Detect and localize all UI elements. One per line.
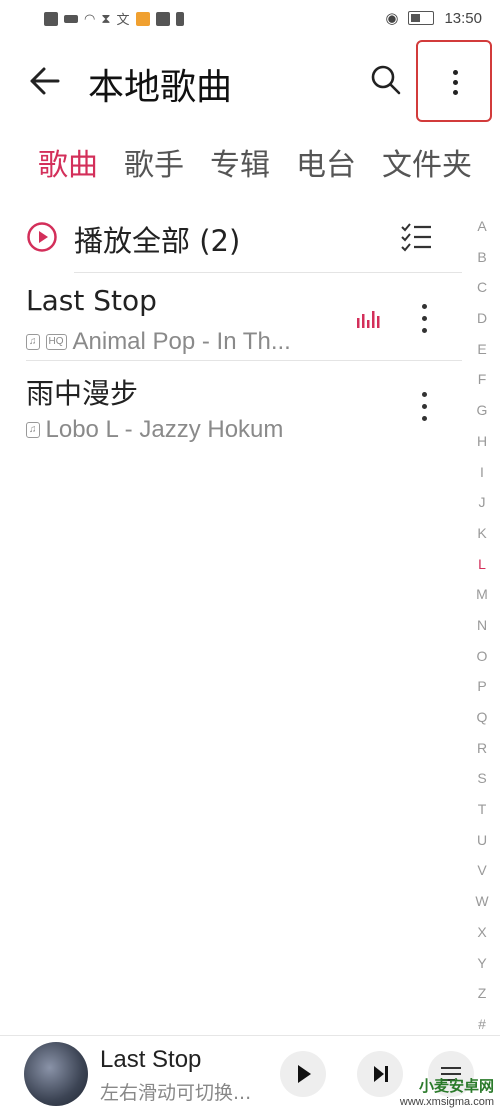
index-letter-d[interactable]: D (470, 310, 494, 341)
more-vertical-icon (422, 392, 427, 397)
mini-player[interactable]: Last Stop 左右滑动可切换... 小麦安卓网 www.xmsigma.c… (0, 1035, 500, 1112)
alert-icon (175, 11, 184, 26)
index-letter-s[interactable]: S (470, 770, 494, 801)
index-letter-m[interactable]: M (470, 586, 494, 617)
index-letter-x[interactable]: X (470, 924, 494, 955)
hq-badge: HQ (45, 334, 67, 350)
alphabet-index[interactable]: A B C D E F G H I J K L M N O P Q R S T U V W X Y Z # (470, 218, 494, 1047)
now-playing-equalizer-icon (357, 311, 380, 328)
status-time: 13:50 (444, 9, 482, 27)
more-dot (453, 90, 458, 95)
index-letter-t[interactable]: T (470, 801, 494, 832)
song-title: 雨中漫步 (26, 377, 139, 410)
next-icon (374, 1066, 388, 1082)
song-more-button[interactable] (414, 390, 434, 424)
hd-icon (44, 11, 58, 26)
wifi-icon: ◠ (84, 10, 96, 26)
song-title: Last Stop (26, 284, 157, 317)
translate-icon: 文 (116, 12, 130, 27)
divider (74, 272, 462, 273)
index-letter-u[interactable]: U (470, 832, 494, 863)
tab-folders[interactable]: 文件夹 (382, 140, 472, 184)
album-cover[interactable] (24, 1042, 88, 1106)
page-title: 本地歌曲 (88, 67, 233, 108)
hourglass-icon: ⧗ (101, 10, 111, 26)
index-letter-p[interactable]: P (470, 678, 494, 709)
tab-songs[interactable]: 歌曲 (38, 140, 98, 184)
more-options-button[interactable] (416, 40, 492, 122)
more-vertical-icon (422, 304, 427, 309)
index-letter-q[interactable]: Q (470, 709, 494, 740)
status-right: ◉ 13:50 (385, 9, 482, 28)
search-icon[interactable] (368, 62, 404, 98)
song-row[interactable]: 雨中漫步 ♫ Lobo L - Jazzy Hokum (26, 372, 466, 444)
index-letter-i[interactable]: I (470, 464, 494, 495)
signal-4g-icon (64, 14, 78, 23)
watermark-brand: 小麦安卓网 (418, 1078, 494, 1095)
watermark: 小麦安卓网 www.xmsigma.com (400, 1075, 494, 1108)
local-file-icon: ♫ (26, 422, 40, 438)
tab-radio[interactable]: 电台 (296, 140, 356, 184)
status-bar: ◠ ⧗ 文 ◉ 13:50 (0, 0, 500, 36)
app-header: 本地歌曲 (0, 40, 500, 124)
battery-icon (408, 11, 435, 25)
local-file-icon: ♫ (26, 334, 40, 350)
index-letter-z[interactable]: Z (470, 985, 494, 1016)
index-letter-o[interactable]: O (470, 648, 494, 679)
index-letter-r[interactable]: R (470, 740, 494, 771)
song-row[interactable]: Last Stop ♫ HQ Animal Pop - In Th... (26, 284, 466, 356)
song-more-button[interactable] (414, 302, 434, 336)
status-icons: ◠ ⧗ 文 (44, 9, 184, 28)
song-artist-album: Lobo L - Jazzy Hokum (45, 416, 284, 443)
player-hint: 左右滑动可切换... (100, 1082, 252, 1104)
play-all-label[interactable]: 播放全部 (2) (74, 218, 240, 260)
play-button[interactable] (280, 1051, 326, 1097)
tab-artists[interactable]: 歌手 (124, 140, 184, 184)
index-letter-f[interactable]: F (470, 371, 494, 402)
tab-albums[interactable]: 专辑 (210, 140, 270, 184)
index-letter-a[interactable]: A (470, 218, 494, 249)
play-circle-icon[interactable] (26, 221, 58, 253)
eye-comfort-icon: ◉ (385, 10, 399, 27)
next-button[interactable] (357, 1051, 403, 1097)
song-artist-album: Animal Pop - In Th... (72, 328, 291, 355)
song-meta: ♫ HQ Animal Pop - In Th... (26, 328, 291, 356)
index-letter-c[interactable]: C (470, 279, 494, 310)
checklist-icon[interactable] (400, 222, 432, 252)
play-all-row[interactable]: 播放全部 (2) (26, 218, 466, 272)
arrow-left-icon[interactable] (26, 62, 64, 100)
app-icon (135, 11, 150, 26)
index-letter-y[interactable]: Y (470, 955, 494, 986)
index-letter-l[interactable]: L (470, 556, 494, 587)
more-dot (422, 316, 427, 321)
more-dot (422, 404, 427, 409)
more-vertical-icon (453, 70, 458, 75)
watermark-url: www.xmsigma.com (399, 1096, 494, 1108)
more-dot (453, 80, 458, 85)
index-letter-j[interactable]: J (470, 494, 494, 525)
index-letter-h[interactable]: H (470, 433, 494, 464)
divider (26, 360, 462, 361)
tab-bar: 歌曲 歌手 专辑 电台 文件夹 (0, 130, 500, 190)
index-letter-k[interactable]: K (470, 525, 494, 556)
more-dot (422, 328, 427, 333)
index-letter-b[interactable]: B (470, 249, 494, 280)
index-letter-e[interactable]: E (470, 341, 494, 372)
index-letter-n[interactable]: N (470, 617, 494, 648)
play-icon (298, 1065, 311, 1083)
player-song-title: Last Stop (100, 1046, 202, 1073)
more-dot (422, 416, 427, 421)
index-letter-w[interactable]: W (470, 893, 494, 924)
song-meta: ♫ Lobo L - Jazzy Hokum (26, 416, 283, 444)
mail-icon (155, 11, 170, 26)
index-letter-v[interactable]: V (470, 862, 494, 893)
index-letter-g[interactable]: G (470, 402, 494, 433)
